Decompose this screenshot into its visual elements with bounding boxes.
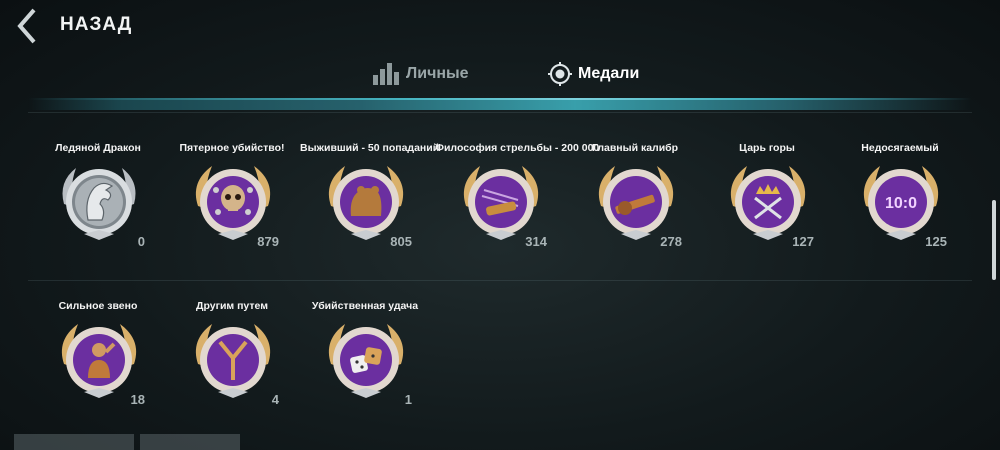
- medal-name: Главный калибр: [591, 142, 679, 154]
- medal-name: Убийственная удача: [311, 300, 419, 312]
- medal-other-way[interactable]: Другим путем 4: [167, 300, 297, 432]
- medal-strong-link[interactable]: Сильное звено 18: [33, 300, 163, 432]
- medal-name: Пятерное убийство!: [179, 142, 285, 154]
- medal-unreachable[interactable]: Недосягаемый 10:0 125: [835, 142, 965, 274]
- tab-medals[interactable]: Медали: [548, 61, 639, 87]
- tab-medals-label: Медали: [578, 65, 640, 82]
- medal-shooting-philosophy[interactable]: Философия стрельбы - 200 000 314: [435, 142, 600, 274]
- medal-count: 127: [792, 234, 814, 249]
- medal-count: 125: [925, 234, 947, 249]
- score-text: 10:0: [885, 195, 917, 212]
- medal-count: 314: [525, 234, 547, 249]
- medal-ice-dragon[interactable]: Ледяной Дракон 0: [33, 142, 163, 274]
- shell-icon: [463, 166, 539, 240]
- medal-name: Философия стрельбы - 200 000: [435, 142, 600, 154]
- skull-icon: [195, 166, 271, 240]
- medal-count: 879: [257, 234, 279, 249]
- crown-swords-icon: [730, 166, 806, 240]
- tab-personal[interactable]: Личные: [372, 61, 469, 87]
- gun-icon: [598, 166, 674, 240]
- medal-survivor[interactable]: Выживший - 50 попаданий 805: [300, 142, 440, 274]
- soldier-salute-icon: [61, 324, 137, 398]
- bar-chart-icon: [373, 63, 399, 85]
- blurred-footer: [140, 434, 240, 450]
- divider: [28, 112, 972, 113]
- dice-icon: [328, 324, 404, 398]
- medal-main-caliber[interactable]: Главный калибр 278: [570, 142, 700, 274]
- forked-road-icon: [195, 324, 271, 398]
- medal-count: 278: [660, 234, 682, 249]
- bear-icon: [328, 166, 404, 240]
- medal-name: Сильное звено: [58, 300, 138, 312]
- ice-dragon-icon: [62, 168, 136, 240]
- blurred-footer: [14, 434, 134, 450]
- medal-name: Выживший - 50 попаданий: [300, 142, 440, 154]
- medal-quintuple-kill[interactable]: Пятерное убийство! 879: [167, 142, 297, 274]
- medal-count: 18: [130, 392, 145, 407]
- medal-king-of-the-hill[interactable]: Царь горы 127: [702, 142, 832, 274]
- medal-count: 4: [271, 392, 279, 407]
- header: НАЗАД: [0, 0, 1000, 52]
- medal-name: Другим путем: [195, 300, 269, 312]
- tab-personal-label: Личные: [406, 65, 469, 82]
- medal-count: 1: [404, 392, 412, 407]
- active-tab-indicator: [28, 98, 972, 110]
- medal-name: Ледяной Дракон: [55, 142, 141, 154]
- medal-target-icon: [548, 62, 572, 86]
- medal-name: Недосягаемый: [861, 142, 939, 154]
- score-10-0-icon: 10:0: [863, 166, 939, 240]
- medal-count: 0: [137, 234, 145, 249]
- medal-name: Царь горы: [739, 142, 795, 154]
- page-title[interactable]: НАЗАД: [60, 14, 132, 36]
- vertical-scrollbar[interactable]: [992, 200, 996, 280]
- divider: [28, 280, 972, 281]
- chevron-left-icon: [17, 8, 36, 44]
- back-button[interactable]: [8, 6, 48, 46]
- tab-bar: Личные Медали: [0, 55, 1000, 95]
- medal-count: 805: [390, 234, 412, 249]
- medal-deadly-luck[interactable]: Убийственная удача 1: [300, 300, 430, 432]
